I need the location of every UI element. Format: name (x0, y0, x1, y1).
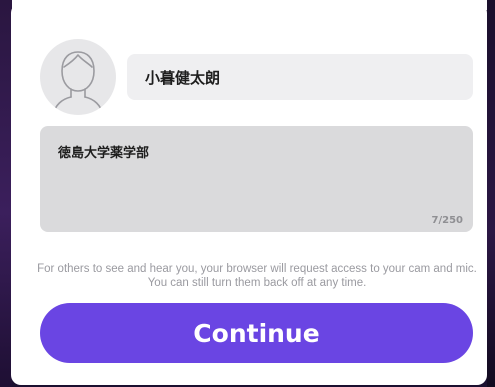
bio-textarea[interactable]: 徳島大学薬学部 7/250 (40, 126, 473, 232)
name-input-value: 小暮健太朗 (145, 68, 221, 87)
bio-textarea-value: 徳島大学薬学部 (58, 146, 150, 161)
user-outline-icon (52, 51, 104, 115)
avatar[interactable] (40, 39, 116, 115)
permissions-notice: For others to see and hear you, your bro… (37, 263, 477, 289)
bio-character-counter: 7/250 (431, 215, 463, 226)
continue-button[interactable]: Continue (40, 303, 473, 363)
continue-button-label: Continue (193, 318, 320, 348)
right-background-edge (487, 0, 495, 387)
name-input[interactable]: 小暮健太朗 (127, 54, 473, 100)
profile-setup-card: 小暮健太朗 徳島大学薬学部 7/250 For others to see an… (11, 3, 487, 385)
